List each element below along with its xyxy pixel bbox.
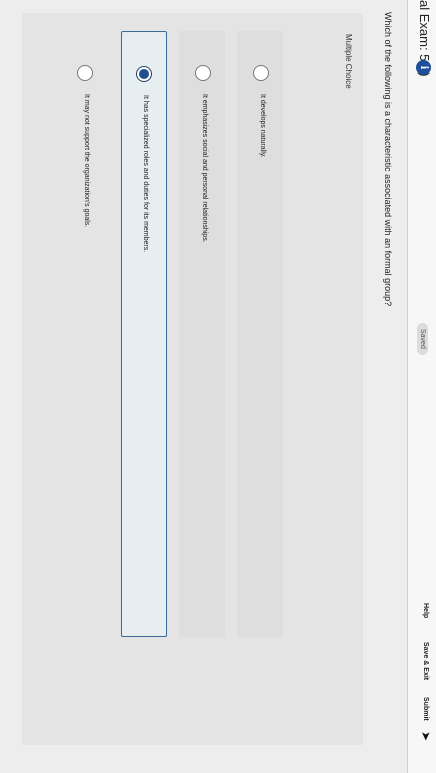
exam-page: al Exam: 5/8) i Saved Help Save & Exit S… — [0, 0, 436, 773]
question-text: Which of the following is a characterist… — [383, 12, 393, 307]
mouse-cursor-icon: ➤ — [419, 731, 433, 742]
question-type-label: Multiple Choice — [344, 34, 353, 89]
answer-option[interactable]: It develops naturally. — [237, 31, 283, 637]
option-text: It has specialized roles and duties for … — [142, 95, 149, 253]
answer-option[interactable]: It emphasizes social and personal relati… — [179, 31, 225, 637]
option-text: It emphasizes social and personal relati… — [201, 94, 208, 243]
header-bar: al Exam: 5/8) i Saved Help Save & Exit S… — [407, 0, 436, 773]
answer-panel: Multiple Choice It develops naturally. I… — [22, 13, 363, 745]
answer-option-selected[interactable]: It has specialized roles and duties for … — [121, 31, 167, 637]
help-link[interactable]: Help — [422, 603, 429, 618]
submit-link[interactable]: Submit — [422, 697, 429, 721]
option-text: It develops naturally. — [259, 94, 266, 158]
info-icon[interactable]: i — [416, 60, 431, 75]
radio-button[interactable] — [253, 65, 269, 81]
saved-badge: Saved — [417, 323, 428, 355]
radio-button[interactable] — [195, 65, 211, 81]
option-text: It may not support the organization's go… — [83, 94, 90, 228]
radio-button[interactable] — [77, 65, 93, 81]
radio-button-selected[interactable] — [136, 66, 152, 82]
save-exit-link[interactable]: Save & Exit — [422, 642, 429, 680]
answer-option[interactable]: It may not support the organization's go… — [61, 31, 107, 637]
